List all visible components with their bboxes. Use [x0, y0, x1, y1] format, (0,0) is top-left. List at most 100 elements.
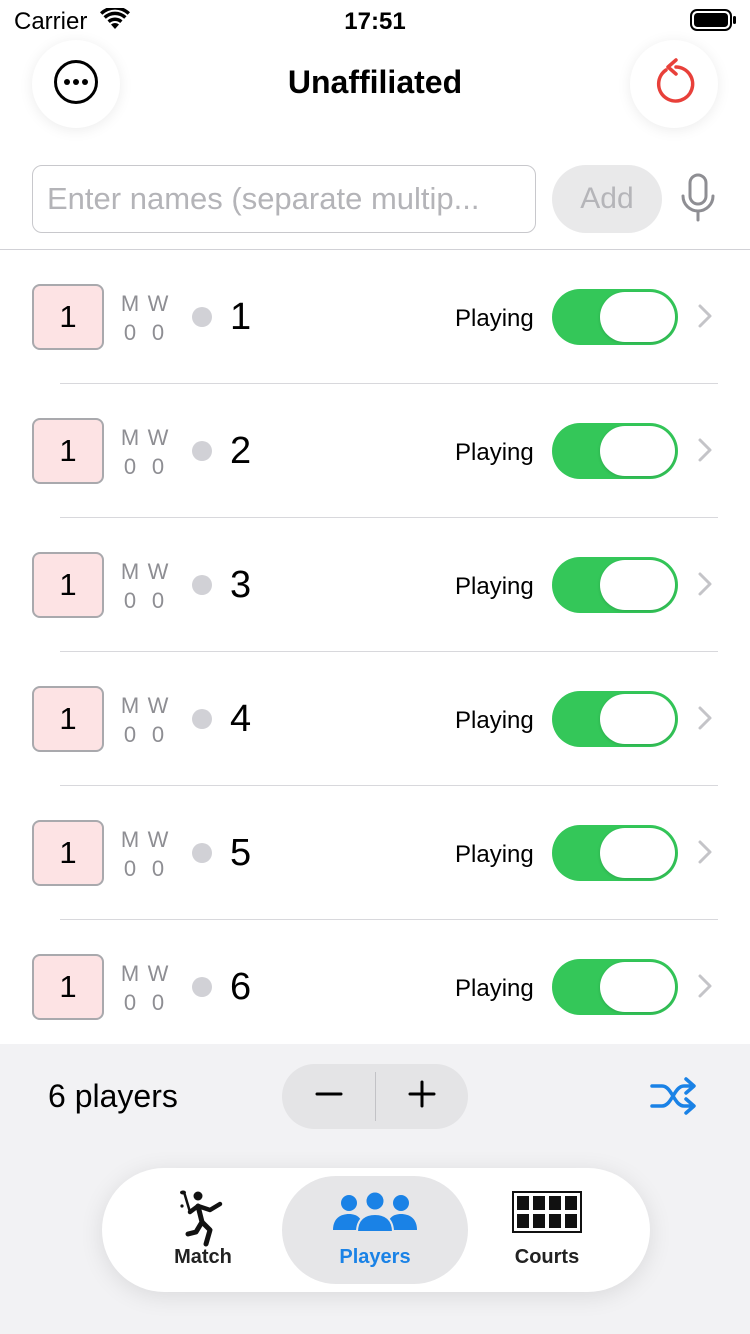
- wins-label: W: [147, 425, 169, 450]
- toggle-knob: [600, 828, 675, 878]
- playing-toggle[interactable]: [552, 959, 678, 1015]
- playing-toggle[interactable]: [552, 289, 678, 345]
- wins-label: W: [147, 693, 169, 718]
- status-label: Playing: [455, 305, 534, 332]
- status-dot: [192, 441, 212, 461]
- status-label: Playing: [455, 841, 534, 868]
- player-row[interactable]: 1 M W 0 0 5 Playing: [0, 786, 750, 920]
- player-count: 6 players: [48, 1078, 178, 1114]
- decrement-button[interactable]: [282, 1064, 375, 1129]
- level-badge[interactable]: 1: [32, 954, 104, 1020]
- matches-label: M: [120, 693, 140, 718]
- tab-players[interactable]: Players: [282, 1176, 468, 1284]
- status-label: Playing: [455, 439, 534, 466]
- wins-count: 0: [151, 990, 165, 1015]
- level-badge[interactable]: 1: [32, 820, 104, 886]
- toggle-knob: [600, 292, 675, 342]
- matches-label: M: [120, 827, 140, 852]
- player-list: 1 M W 0 0 1 Playing 1 M W 0 0 2 Playing: [0, 250, 750, 1054]
- level-badge[interactable]: 1: [32, 418, 104, 484]
- wins-label: W: [147, 559, 169, 584]
- toggle-knob: [600, 426, 675, 476]
- wins-label: W: [147, 291, 169, 316]
- player-row[interactable]: 1 M W 0 0 1 Playing: [0, 250, 750, 384]
- chevron-right-icon[interactable]: [697, 303, 713, 334]
- bottom-toolbar: 6 players Match Players Courts: [0, 1044, 750, 1334]
- people-icon: [282, 1190, 468, 1234]
- tab-bar: Match Players Courts: [102, 1168, 650, 1292]
- player-name: 3: [230, 564, 252, 606]
- player-row[interactable]: 1 M W 0 0 2 Playing: [0, 384, 750, 518]
- add-button[interactable]: Add: [552, 165, 662, 233]
- playing-toggle[interactable]: [552, 423, 678, 479]
- player-row[interactable]: 1 M W 0 0 4 Playing: [0, 652, 750, 786]
- playing-toggle[interactable]: [552, 691, 678, 747]
- matches-label: M: [120, 961, 140, 986]
- matches-count: 0: [123, 320, 137, 345]
- tab-label: Courts: [514, 1246, 580, 1268]
- tab-match[interactable]: Match: [110, 1176, 296, 1284]
- status-label: Playing: [455, 707, 534, 734]
- playing-toggle[interactable]: [552, 825, 678, 881]
- player-name: 5: [230, 832, 252, 874]
- player-row[interactable]: 1 M W 0 0 3 Playing: [0, 518, 750, 652]
- matches-count: 0: [123, 588, 137, 613]
- toggle-knob: [600, 962, 675, 1012]
- wins-count: 0: [151, 320, 165, 345]
- tab-courts[interactable]: Courts: [454, 1176, 640, 1284]
- status-dot: [192, 709, 212, 729]
- chevron-right-icon[interactable]: [697, 437, 713, 468]
- toggle-knob: [600, 694, 675, 744]
- matches-label: M: [120, 291, 140, 316]
- status-dot: [192, 977, 212, 997]
- matches-label: M: [120, 559, 140, 584]
- player-count-stepper[interactable]: [282, 1064, 468, 1129]
- chevron-right-icon[interactable]: [697, 973, 713, 1004]
- player-name: 1: [230, 296, 252, 338]
- tab-label: Players: [339, 1246, 411, 1268]
- names-input[interactable]: [32, 165, 536, 233]
- matches-label: M: [120, 425, 140, 450]
- player-name: 2: [230, 430, 252, 472]
- microphone-icon[interactable]: [678, 172, 718, 229]
- status-bar: Carrier 17:51: [0, 0, 750, 44]
- wins-count: 0: [151, 722, 165, 747]
- matches-count: 0: [123, 722, 137, 747]
- plus-icon: [408, 1080, 436, 1113]
- player-name: 4: [230, 698, 252, 740]
- players-screen: Carrier 17:51 Unaffiliated Enter names (…: [0, 0, 750, 1334]
- chevron-right-icon[interactable]: [697, 705, 713, 736]
- wins-label: W: [147, 827, 169, 852]
- status-dot: [192, 307, 212, 327]
- player-name: 6: [230, 966, 252, 1008]
- minus-icon: [315, 1080, 343, 1113]
- battery-icon: [690, 9, 738, 36]
- playing-toggle[interactable]: [552, 557, 678, 613]
- wins-count: 0: [151, 454, 165, 479]
- level-badge[interactable]: 1: [32, 686, 104, 752]
- matches-count: 0: [123, 856, 137, 881]
- status-label: Playing: [455, 573, 534, 600]
- status-dot: [192, 575, 212, 595]
- matches-count: 0: [123, 990, 137, 1015]
- chevron-right-icon[interactable]: [697, 571, 713, 602]
- level-badge[interactable]: 1: [32, 552, 104, 618]
- level-badge[interactable]: 1: [32, 284, 104, 350]
- tab-label: Match: [174, 1246, 232, 1268]
- counterclockwise-arrow-icon: [652, 57, 696, 111]
- chevron-right-icon[interactable]: [697, 839, 713, 870]
- courts-grid-icon: [454, 1190, 640, 1234]
- matches-count: 0: [123, 454, 137, 479]
- wins-label: W: [147, 961, 169, 986]
- shuffle-icon[interactable]: [650, 1076, 698, 1121]
- increment-button[interactable]: [375, 1064, 468, 1129]
- clock: 17:51: [344, 8, 406, 35]
- wins-count: 0: [151, 856, 165, 881]
- status-label: Playing: [455, 975, 534, 1002]
- wins-count: 0: [151, 588, 165, 613]
- player-row[interactable]: 1 M W 0 0 6 Playing: [0, 920, 750, 1054]
- status-dot: [192, 843, 212, 863]
- reset-button[interactable]: [630, 40, 718, 128]
- toggle-knob: [600, 560, 675, 610]
- badminton-player-icon: [110, 1190, 296, 1248]
